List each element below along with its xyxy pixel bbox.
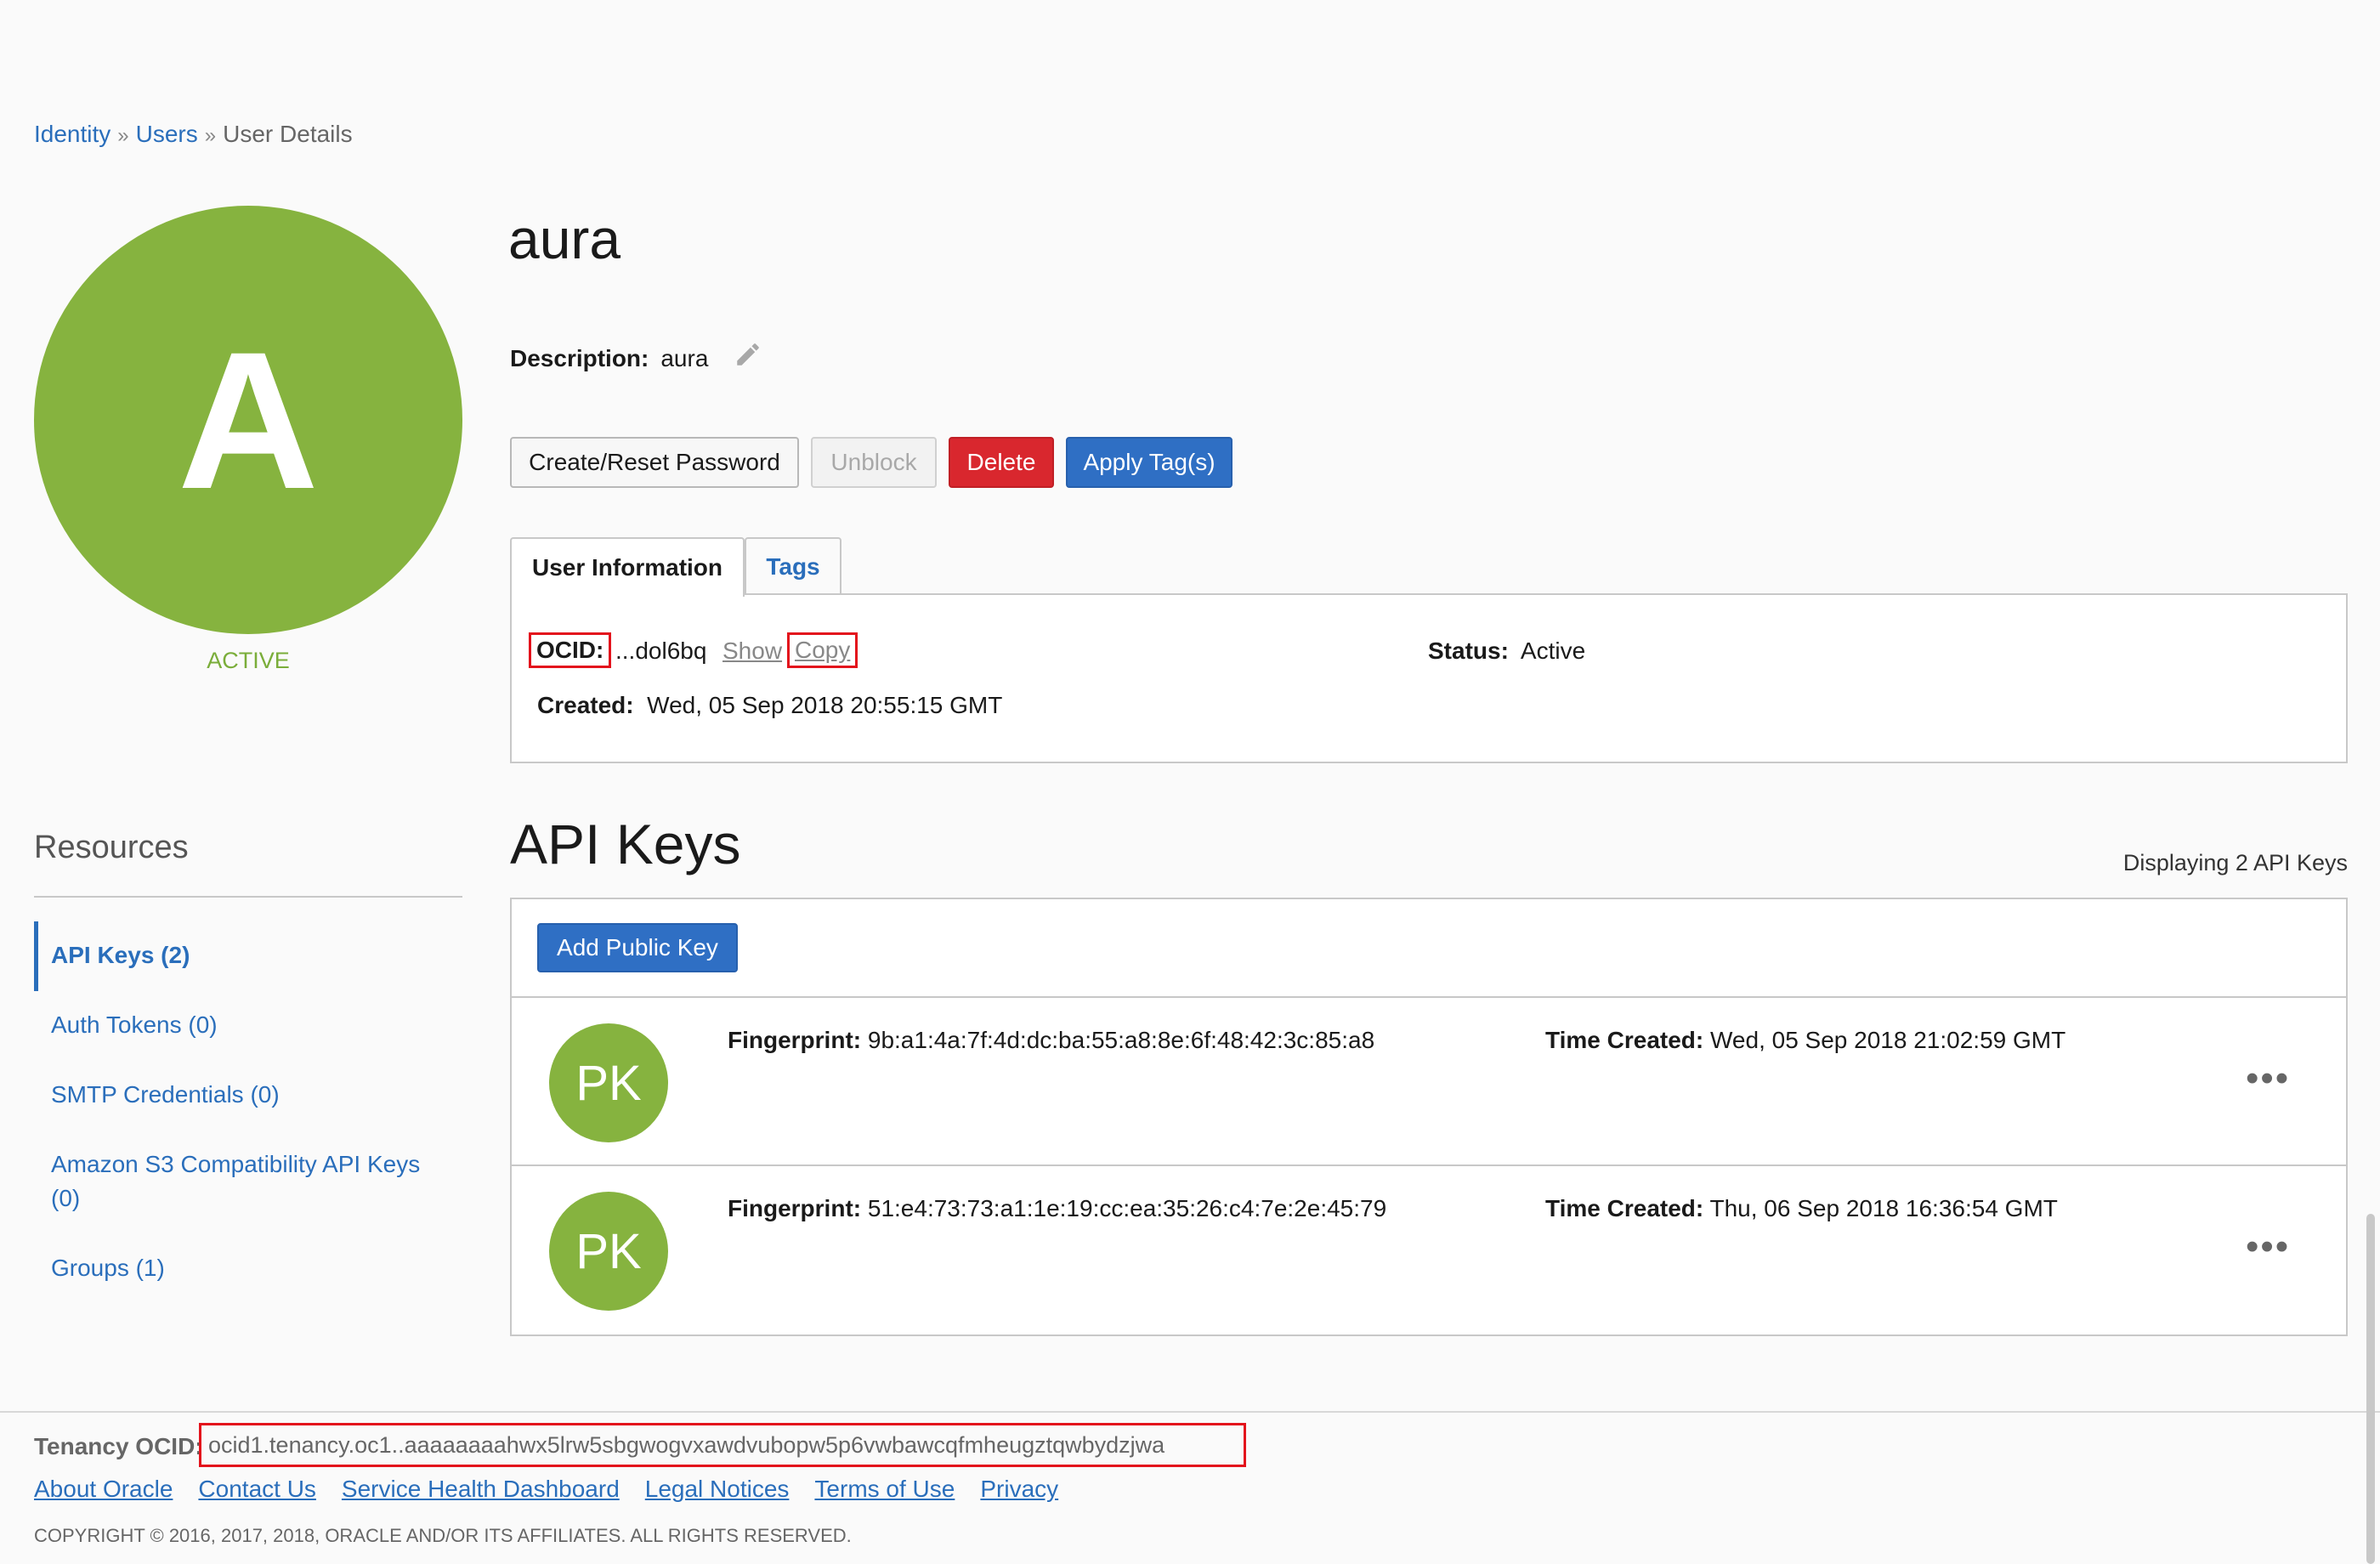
footer-link-privacy[interactable]: Privacy — [980, 1476, 1058, 1503]
ocid-value: ...dol6bq — [615, 638, 707, 664]
apply-tags-button[interactable]: Apply Tag(s) — [1066, 437, 1232, 488]
fingerprint-label: Fingerprint: — [728, 1027, 862, 1053]
key-avatar: PK — [549, 1192, 668, 1311]
avatar-letter: A — [177, 310, 320, 530]
fingerprint-value: 51:e4:73:73:a1:1e:19:cc:ea:35:26:c4:7e:2… — [867, 1195, 1387, 1221]
time-created-value: Thu, 06 Sep 2018 16:36:54 GMT — [1709, 1195, 2058, 1221]
fingerprint-cell: Fingerprint: 51:e4:73:73:a1:1e:19:cc:ea:… — [728, 1195, 1386, 1222]
scrollbar[interactable] — [2366, 1214, 2375, 1564]
ocid-label: OCID: — [529, 632, 612, 668]
user-avatar: A — [34, 206, 462, 634]
row-actions-menu-icon[interactable]: ••• — [2246, 1226, 2290, 1268]
tenancy-ocid-value: ocid1.tenancy.oc1..aaaaaaaahwx5lrw5sbgwo… — [199, 1423, 1246, 1467]
created-label: Created: — [537, 692, 634, 718]
time-created-label: Time Created: — [1545, 1027, 1704, 1053]
time-created-value: Wed, 05 Sep 2018 21:02:59 GMT — [1710, 1027, 2066, 1053]
description-value: aura — [660, 344, 709, 371]
created-row: Created: Wed, 05 Sep 2018 20:55:15 GMT — [537, 692, 1002, 719]
row-divider — [512, 1164, 2346, 1166]
tab-user-information[interactable]: User Information — [510, 537, 745, 597]
breadcrumb: Identity » Users » User Details — [34, 121, 353, 148]
footer-link-contact-us[interactable]: Contact Us — [198, 1476, 316, 1503]
footer-link-terms-of-use[interactable]: Terms of Use — [814, 1476, 955, 1503]
resources-title: Resources — [34, 830, 189, 865]
status-row: Status: Active — [1428, 638, 1585, 665]
footer-divider — [0, 1411, 2380, 1413]
fingerprint-cell: Fingerprint: 9b:a1:4a:7f:4d:dc:ba:55:a8:… — [728, 1027, 1374, 1054]
breadcrumb-separator: » — [204, 124, 217, 147]
ocid-show-link[interactable]: Show — [722, 638, 782, 665]
footer-link-service-health[interactable]: Service Health Dashboard — [342, 1476, 620, 1503]
description-row: Description: aura — [510, 340, 762, 377]
breadcrumb-current: User Details — [223, 121, 353, 147]
add-public-key-button[interactable]: Add Public Key — [537, 923, 738, 972]
pencil-icon[interactable] — [734, 340, 762, 377]
sidebar-item-auth-tokens[interactable]: Auth Tokens (0) — [51, 1008, 218, 1042]
status-label: Status: — [1428, 638, 1509, 664]
copyright: COPYRIGHT © 2016, 2017, 2018, ORACLE AND… — [34, 1525, 852, 1546]
time-created-label: Time Created: — [1545, 1195, 1704, 1221]
sidebar-item-api-keys[interactable]: API Keys (2) — [51, 938, 190, 972]
api-keys-panel — [510, 898, 2348, 1336]
footer-link-legal-notices[interactable]: Legal Notices — [645, 1476, 790, 1503]
footer-link-about-oracle[interactable]: About Oracle — [34, 1476, 173, 1503]
breadcrumb-separator: » — [117, 124, 129, 147]
ocid-copy-link[interactable]: Copy — [787, 632, 858, 668]
sidebar-item-groups[interactable]: Groups (1) — [51, 1251, 165, 1285]
description-label: Description: — [510, 344, 649, 371]
api-keys-title: API Keys — [510, 813, 741, 876]
user-information-panel: OCID: ...dol6bq Show Copy Status: Active… — [510, 593, 2348, 763]
resources-divider — [34, 896, 462, 898]
key-avatar: PK — [549, 1023, 668, 1142]
unblock-button[interactable]: Unblock — [811, 437, 937, 488]
fingerprint-label: Fingerprint: — [728, 1195, 862, 1221]
page-title: aura — [508, 207, 621, 270]
breadcrumb-users[interactable]: Users — [136, 121, 198, 147]
displaying-count: Displaying 2 API Keys — [2122, 850, 2348, 876]
footer-links: About Oracle Contact Us Service Health D… — [34, 1476, 1084, 1503]
sidebar-item-smtp-credentials[interactable]: SMTP Credentials (0) — [51, 1078, 280, 1112]
row-actions-menu-icon[interactable]: ••• — [2246, 1057, 2290, 1100]
tenancy-ocid-label: Tenancy OCID: — [34, 1433, 203, 1459]
sidebar-item-s3-keys-count[interactable]: (0) — [51, 1182, 80, 1216]
create-reset-password-button[interactable]: Create/Reset Password — [510, 437, 799, 488]
sidebar-item-s3-keys[interactable]: Amazon S3 Compatibility API Keys — [51, 1148, 420, 1182]
active-indicator — [34, 921, 38, 991]
row-divider — [512, 996, 2346, 998]
fingerprint-value: 9b:a1:4a:7f:4d:dc:ba:55:a8:8e:6f:48:42:3… — [867, 1027, 1375, 1053]
created-value: Wed, 05 Sep 2018 20:55:15 GMT — [647, 692, 1003, 718]
tab-tags[interactable]: Tags — [745, 537, 842, 595]
time-created-cell: Time Created: Thu, 06 Sep 2018 16:36:54 … — [1545, 1195, 2058, 1222]
user-status-label: ACTIVE — [207, 648, 290, 673]
delete-button[interactable]: Delete — [949, 437, 1054, 488]
status-value: Active — [1520, 638, 1586, 664]
breadcrumb-identity[interactable]: Identity — [34, 121, 110, 147]
time-created-cell: Time Created: Wed, 05 Sep 2018 21:02:59 … — [1545, 1027, 2066, 1054]
